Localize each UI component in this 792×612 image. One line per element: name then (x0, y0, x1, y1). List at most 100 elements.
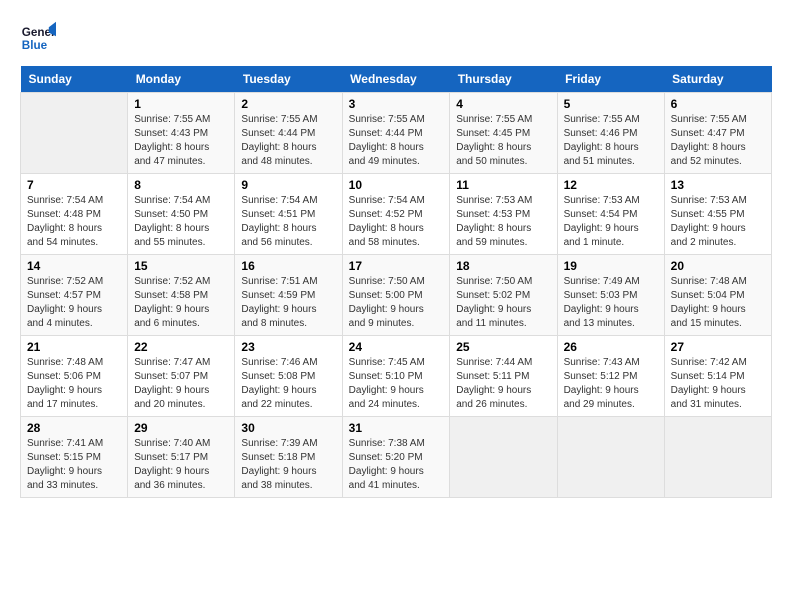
calendar-cell: 11Sunrise: 7:53 AM Sunset: 4:53 PM Dayli… (450, 174, 557, 255)
day-info: Sunrise: 7:50 AM Sunset: 5:02 PM Dayligh… (456, 275, 550, 331)
calendar-cell: 21Sunrise: 7:48 AM Sunset: 5:06 PM Dayli… (21, 336, 128, 417)
calendar-cell: 1 Sunrise: 7:55 AM Sunset: 4:43 PM Daylig… (128, 93, 235, 174)
day-number: 14 (27, 259, 121, 273)
calendar-cell: 24 Sunrise: 7:45 AM Sunset: 5:10 PM Dayli… (342, 336, 450, 417)
calendar-cell: 20 Sunrise: 7:48 AM Sunset: 5:04 PM Dayli… (664, 255, 771, 336)
day-info: Sunrise: 7:41 AM Sunset: 5:15 PM Dayligh… (27, 437, 121, 493)
day-number: 6 (671, 97, 765, 111)
day-info: Sunrise: 7:55 AM Sunset: 4:47 PM Dayligh… (671, 113, 765, 169)
day-info: Sunrise: 7:42 AM Sunset: 5:14 PM Dayligh… (671, 356, 765, 412)
calendar-cell: 10Sunrise: 7:54 AM Sunset: 4:52 PM Dayli… (342, 174, 450, 255)
day-number: 28 (27, 421, 121, 435)
calendar-cell: 7 Sunrise: 7:54 AM Sunset: 4:48 PM Daylig… (21, 174, 128, 255)
day-header-friday: Friday (557, 66, 664, 93)
calendar-table: SundayMondayTuesdayWednesdayThursdayFrid… (20, 66, 772, 498)
calendar-cell: 12 Sunrise: 7:53 AM Sunset: 4:54 PM Dayli… (557, 174, 664, 255)
day-number: 23 (241, 340, 335, 354)
day-info: Sunrise: 7:48 AM Sunset: 5:04 PM Dayligh… (671, 275, 765, 331)
week-row-3: 14 Sunrise: 7:52 AM Sunset: 4:57 PM Dayli… (21, 255, 772, 336)
day-number: 20 (671, 259, 765, 273)
logo: General Blue (20, 20, 56, 56)
day-number: 21 (27, 340, 121, 354)
day-number: 5 (564, 97, 658, 111)
calendar-cell: 13Sunrise: 7:53 AM Sunset: 4:55 PM Dayli… (664, 174, 771, 255)
day-number: 9 (241, 178, 335, 192)
calendar-cell (557, 417, 664, 498)
week-row-4: 21Sunrise: 7:48 AM Sunset: 5:06 PM Dayli… (21, 336, 772, 417)
day-header-tuesday: Tuesday (235, 66, 342, 93)
day-info: Sunrise: 7:55 AM Sunset: 4:43 PM Dayligh… (134, 113, 228, 169)
day-number: 3 (349, 97, 444, 111)
calendar-cell: 19Sunrise: 7:49 AM Sunset: 5:03 PM Dayli… (557, 255, 664, 336)
day-header-wednesday: Wednesday (342, 66, 450, 93)
day-number: 24 (349, 340, 444, 354)
day-number: 4 (456, 97, 550, 111)
calendar-cell: 23 Sunrise: 7:46 AM Sunset: 5:08 PM Dayli… (235, 336, 342, 417)
day-info: Sunrise: 7:45 AM Sunset: 5:10 PM Dayligh… (349, 356, 444, 412)
day-number: 16 (241, 259, 335, 273)
day-number: 12 (564, 178, 658, 192)
calendar-cell: 31 Sunrise: 7:38 AM Sunset: 5:20 PM Dayli… (342, 417, 450, 498)
day-number: 18 (456, 259, 550, 273)
day-number: 7 (27, 178, 121, 192)
calendar-cell (21, 93, 128, 174)
logo-icon: General Blue (20, 20, 56, 56)
day-number: 8 (134, 178, 228, 192)
day-info: Sunrise: 7:54 AM Sunset: 4:51 PM Dayligh… (241, 194, 335, 250)
calendar-cell: 22Sunrise: 7:47 AM Sunset: 5:07 PM Dayli… (128, 336, 235, 417)
day-info: Sunrise: 7:49 AM Sunset: 5:03 PM Dayligh… (564, 275, 658, 331)
calendar-cell: 26 Sunrise: 7:43 AM Sunset: 5:12 PM Dayli… (557, 336, 664, 417)
day-info: Sunrise: 7:54 AM Sunset: 4:52 PM Dayligh… (349, 194, 444, 250)
header-row: SundayMondayTuesdayWednesdayThursdayFrid… (21, 66, 772, 93)
day-number: 27 (671, 340, 765, 354)
day-info: Sunrise: 7:44 AM Sunset: 5:11 PM Dayligh… (456, 356, 550, 412)
day-info: Sunrise: 7:55 AM Sunset: 4:46 PM Dayligh… (564, 113, 658, 169)
day-header-monday: Monday (128, 66, 235, 93)
calendar-cell: 5 Sunrise: 7:55 AM Sunset: 4:46 PM Daylig… (557, 93, 664, 174)
svg-text:Blue: Blue (22, 39, 48, 52)
day-header-sunday: Sunday (21, 66, 128, 93)
calendar-cell: 16 Sunrise: 7:51 AM Sunset: 4:59 PM Dayli… (235, 255, 342, 336)
calendar-cell: 9 Sunrise: 7:54 AM Sunset: 4:51 PM Daylig… (235, 174, 342, 255)
day-info: Sunrise: 7:55 AM Sunset: 4:45 PM Dayligh… (456, 113, 550, 169)
calendar-cell (664, 417, 771, 498)
week-row-5: 28 Sunrise: 7:41 AM Sunset: 5:15 PM Dayli… (21, 417, 772, 498)
day-number: 13 (671, 178, 765, 192)
day-number: 25 (456, 340, 550, 354)
day-number: 30 (241, 421, 335, 435)
day-number: 26 (564, 340, 658, 354)
calendar-cell: 27 Sunrise: 7:42 AM Sunset: 5:14 PM Dayli… (664, 336, 771, 417)
day-info: Sunrise: 7:50 AM Sunset: 5:00 PM Dayligh… (349, 275, 444, 331)
calendar-cell: 8 Sunrise: 7:54 AM Sunset: 4:50 PM Daylig… (128, 174, 235, 255)
week-row-1: 1 Sunrise: 7:55 AM Sunset: 4:43 PM Daylig… (21, 93, 772, 174)
day-info: Sunrise: 7:52 AM Sunset: 4:57 PM Dayligh… (27, 275, 121, 331)
calendar-cell: 2Sunrise: 7:55 AM Sunset: 4:44 PM Daylig… (235, 93, 342, 174)
day-info: Sunrise: 7:54 AM Sunset: 4:50 PM Dayligh… (134, 194, 228, 250)
calendar-cell: 18 Sunrise: 7:50 AM Sunset: 5:02 PM Dayli… (450, 255, 557, 336)
day-number: 2 (241, 97, 335, 111)
day-info: Sunrise: 7:55 AM Sunset: 4:44 PM Dayligh… (349, 113, 444, 169)
calendar-cell: 14 Sunrise: 7:52 AM Sunset: 4:57 PM Dayli… (21, 255, 128, 336)
calendar-cell: 29 Sunrise: 7:40 AM Sunset: 5:17 PM Dayli… (128, 417, 235, 498)
calendar-cell: 4 Sunrise: 7:55 AM Sunset: 4:45 PM Daylig… (450, 93, 557, 174)
week-row-2: 7 Sunrise: 7:54 AM Sunset: 4:48 PM Daylig… (21, 174, 772, 255)
day-info: Sunrise: 7:54 AM Sunset: 4:48 PM Dayligh… (27, 194, 121, 250)
day-info: Sunrise: 7:38 AM Sunset: 5:20 PM Dayligh… (349, 437, 444, 493)
day-info: Sunrise: 7:52 AM Sunset: 4:58 PM Dayligh… (134, 275, 228, 331)
day-number: 17 (349, 259, 444, 273)
day-info: Sunrise: 7:40 AM Sunset: 5:17 PM Dayligh… (134, 437, 228, 493)
day-info: Sunrise: 7:46 AM Sunset: 5:08 PM Dayligh… (241, 356, 335, 412)
day-info: Sunrise: 7:51 AM Sunset: 4:59 PM Dayligh… (241, 275, 335, 331)
day-number: 31 (349, 421, 444, 435)
calendar-cell: 25 Sunrise: 7:44 AM Sunset: 5:11 PM Dayli… (450, 336, 557, 417)
day-info: Sunrise: 7:53 AM Sunset: 4:53 PM Dayligh… (456, 194, 550, 250)
page-header: General Blue (20, 20, 772, 56)
day-header-saturday: Saturday (664, 66, 771, 93)
calendar-cell: 3 Sunrise: 7:55 AM Sunset: 4:44 PM Daylig… (342, 93, 450, 174)
day-header-thursday: Thursday (450, 66, 557, 93)
day-number: 29 (134, 421, 228, 435)
day-number: 1 (134, 97, 228, 111)
day-info: Sunrise: 7:43 AM Sunset: 5:12 PM Dayligh… (564, 356, 658, 412)
calendar-cell: 28 Sunrise: 7:41 AM Sunset: 5:15 PM Dayli… (21, 417, 128, 498)
day-info: Sunrise: 7:53 AM Sunset: 4:54 PM Dayligh… (564, 194, 658, 250)
